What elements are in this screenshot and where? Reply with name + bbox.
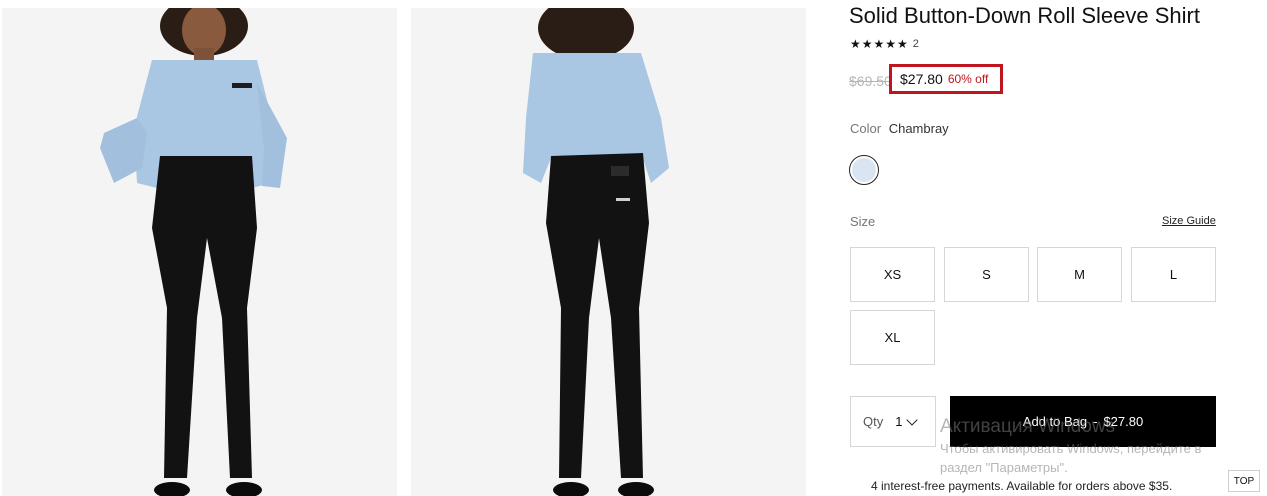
star-rating-icon: ★★★★★ <box>850 37 909 51</box>
installments-note: 4 interest-free payments. Available for … <box>871 479 1173 493</box>
product-rating[interactable]: ★★★★★ 2 <box>850 37 919 51</box>
discount-badge: 60% off <box>947 72 989 86</box>
product-image-front[interactable] <box>2 8 397 496</box>
size-option-xs[interactable]: XS <box>850 247 935 302</box>
size-option-xl[interactable]: XL <box>850 310 935 365</box>
size-option-l[interactable]: L <box>1131 247 1216 302</box>
back-to-top-button[interactable]: TOP <box>1228 470 1260 492</box>
size-option-s[interactable]: S <box>944 247 1029 302</box>
add-to-bag-price: $27.80 <box>1103 414 1144 429</box>
quantity-label: Qty <box>863 414 884 429</box>
color-selector-label: Color Chambray <box>850 121 949 136</box>
product-image-back[interactable] <box>411 8 806 496</box>
quantity-select[interactable]: Qty 1 <box>850 396 936 447</box>
sale-price: $27.80 <box>900 71 943 87</box>
product-title: Solid Button-Down Roll Sleeve Shirt <box>849 3 1200 28</box>
size-option-m[interactable]: M <box>1037 247 1122 302</box>
review-count: 2 <box>912 38 919 50</box>
watermark-line-2: раздел "Параметры". <box>940 460 1068 475</box>
color-label: Color <box>850 121 882 136</box>
size-label: Size <box>850 214 876 229</box>
chevron-down-icon <box>906 413 919 426</box>
color-value: Chambray <box>888 121 949 136</box>
add-to-bag-label: Add to Bag <box>1022 414 1088 429</box>
size-guide-link[interactable]: Size Guide <box>1162 215 1216 227</box>
color-swatch-chambray[interactable] <box>849 155 879 185</box>
sale-price-highlight: $27.80 60% off <box>889 64 1003 94</box>
add-to-bag-separator: - <box>1093 414 1098 429</box>
add-to-bag-button[interactable]: Add to Bag - $27.80 <box>950 396 1216 447</box>
original-price: $69.50 <box>849 73 892 89</box>
swatch-fill <box>852 158 876 182</box>
quantity-value: 1 <box>895 414 903 429</box>
